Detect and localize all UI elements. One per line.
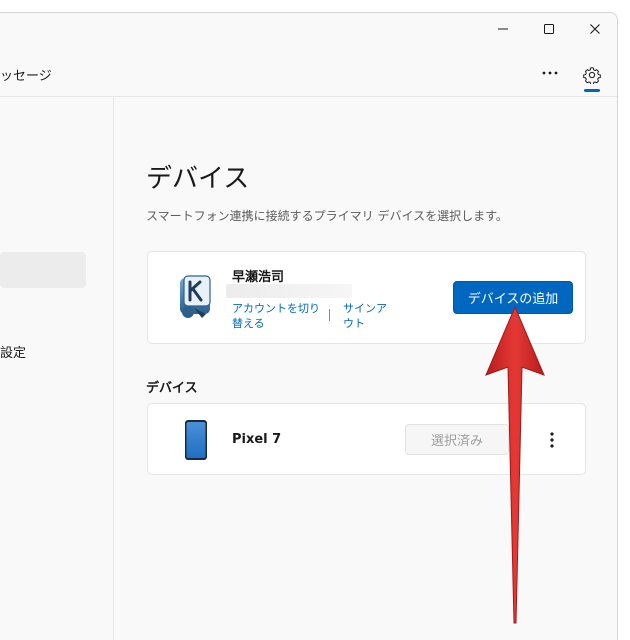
more-horizontal-icon bbox=[542, 71, 558, 75]
gear-icon bbox=[583, 67, 601, 84]
more-options-button[interactable] bbox=[536, 61, 564, 85]
sign-out-link[interactable]: サインアウト bbox=[343, 301, 395, 331]
maximize-button[interactable] bbox=[526, 13, 572, 45]
phone-icon bbox=[185, 420, 207, 460]
maximize-icon bbox=[544, 24, 554, 34]
settings-selected-indicator bbox=[584, 89, 600, 92]
account-name: 早瀬浩司 bbox=[232, 270, 285, 285]
more-vertical-icon bbox=[550, 432, 554, 448]
sidebar: 設定 bbox=[0, 98, 114, 640]
devices-section-title: デバイス bbox=[146, 381, 198, 396]
minimize-button[interactable] bbox=[480, 13, 526, 45]
tab-messages[interactable]: ッセージ bbox=[0, 65, 52, 84]
minimize-icon bbox=[498, 28, 508, 30]
red-arrow-icon bbox=[485, 305, 545, 624]
user-avatar-icon bbox=[180, 275, 211, 318]
sidebar-item-settings[interactable]: 設定 bbox=[0, 342, 26, 361]
top-navigation: ッセージ bbox=[0, 49, 617, 97]
account-email-redacted bbox=[226, 284, 352, 298]
settings-button[interactable] bbox=[578, 61, 606, 89]
close-button[interactable] bbox=[572, 13, 618, 45]
link-separator bbox=[329, 309, 330, 321]
device-name: Pixel 7 bbox=[232, 432, 282, 447]
close-icon bbox=[590, 24, 600, 34]
switch-account-link[interactable]: アカウントを切り替える bbox=[232, 301, 324, 331]
page-title: デバイス bbox=[146, 164, 250, 194]
title-bar bbox=[0, 13, 617, 49]
sidebar-item-selected[interactable] bbox=[0, 252, 86, 288]
page-description: スマートフォン連携に接続するプライマリ デバイスを選択します。 bbox=[146, 209, 508, 223]
